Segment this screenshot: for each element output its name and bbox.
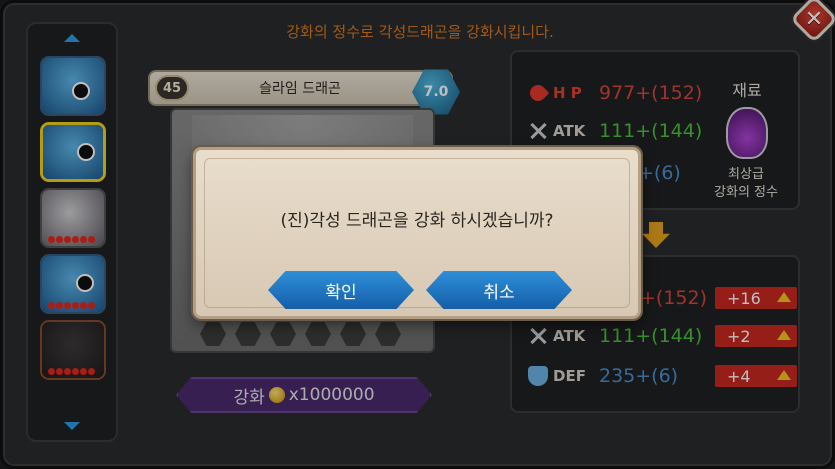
dialog-message: (진)각성 드래곤을 강화 하시겠습니까? <box>280 211 554 231</box>
confirm-button[interactable]: 확인 <box>268 271 414 309</box>
cancel-button[interactable]: 취소 <box>426 271 572 309</box>
confirm-dialog: (진)각성 드래곤을 강화 하시겠습니까? 확인 취소 <box>193 147 641 319</box>
